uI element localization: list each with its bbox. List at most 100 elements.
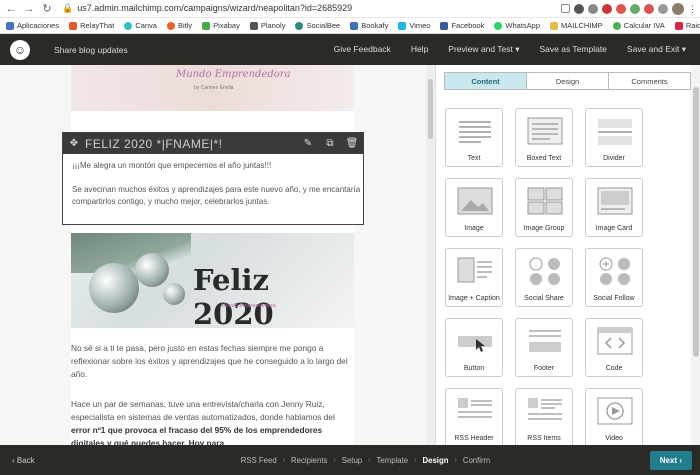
planoly-icon <box>249 21 258 30</box>
block-label: Boxed Text <box>526 155 562 162</box>
block-divider[interactable]: Divider <box>585 108 643 167</box>
delete-trash-icon[interactable]: 🗑 <box>341 133 363 154</box>
block-heading: FELIZ 2020 *|FNAME|*! <box>85 136 223 151</box>
facebook-icon <box>440 21 449 30</box>
scrollbar-thumb[interactable] <box>693 87 699 357</box>
panel-tabs: Content Design Comments <box>444 72 691 90</box>
wizard-steps: RSS Feed › Recipients › Setup › Template… <box>241 456 490 465</box>
bookmark-calcular-iva[interactable]: Calcular IVA <box>612 21 665 30</box>
bookmark-pixabay[interactable]: Pixabay <box>202 21 240 30</box>
block-video[interactable]: Video <box>585 388 643 445</box>
header-image[interactable]: Mundo Emprendedora by Carmen Emilia <box>71 65 354 111</box>
bookmark-relaythat[interactable]: RelayThat <box>69 21 114 30</box>
block-rss-header[interactable]: RSS Header <box>445 388 503 445</box>
bookmark-raiola[interactable]: Raiola Networks -... <box>674 21 700 30</box>
duplicate-icon[interactable]: ⧉ <box>319 133 341 154</box>
hero-title: Feliz 2020 <box>193 263 274 328</box>
back-arrow-icon[interactable]: ← <box>4 2 18 16</box>
block-boxed-text[interactable]: Boxed Text <box>515 108 573 167</box>
extension-icon[interactable] <box>574 3 584 14</box>
tab-comments[interactable]: Comments <box>609 73 690 89</box>
drag-handle-icon[interactable]: ✥ <box>63 133 85 154</box>
extension-icon[interactable] <box>658 3 668 14</box>
step-recipients[interactable]: Recipients <box>291 456 327 465</box>
socialbee-icon <box>295 21 304 30</box>
block-image-card[interactable]: Image Card <box>585 178 643 237</box>
save-as-template-button[interactable]: Save as Template <box>540 44 607 55</box>
tab-content[interactable]: Content <box>445 73 527 89</box>
bookmark-planoly[interactable]: Planoly <box>249 21 285 30</box>
block-text[interactable]: Text <box>445 108 503 167</box>
block-label: Footer <box>533 365 555 372</box>
block-label: Button <box>463 365 485 372</box>
email-preview: Mundo Emprendedora by Carmen Emilia ✥ FE… <box>0 65 435 445</box>
give-feedback-button[interactable]: Give Feedback <box>334 44 391 55</box>
block-label: RSS Header <box>454 435 494 442</box>
panel-scrollbar[interactable] <box>691 65 700 445</box>
next-button[interactable]: Next › <box>649 450 692 470</box>
reload-icon[interactable]: ↻ <box>40 2 54 16</box>
extension-icon[interactable] <box>644 3 654 14</box>
more-menu-icon[interactable]: ⋮ <box>688 4 697 14</box>
forward-arrow-icon[interactable]: → <box>22 2 36 16</box>
edit-pencil-icon[interactable]: ✎ <box>297 133 319 154</box>
canva-icon <box>124 21 133 30</box>
block-social-follow[interactable]: Social Follow <box>585 248 643 307</box>
paragraph: ¡¡¡Me alegra un montón que empecemos el … <box>72 161 272 170</box>
block-rss-items[interactable]: RSS Items <box>515 388 573 445</box>
step-setup[interactable]: Setup <box>342 456 362 465</box>
bookmark-vimeo[interactable]: Vimeo <box>398 21 430 30</box>
vimeo-icon <box>398 21 407 30</box>
preview-scrollbar[interactable] <box>426 65 435 445</box>
rss-items-icon <box>528 398 562 420</box>
mailchimp-logo-icon[interactable]: ☺ <box>10 39 30 60</box>
bookmark-bookafy[interactable]: Bookafy <box>350 21 388 30</box>
bookmark-whatsapp[interactable]: WhatsApp <box>494 21 540 30</box>
chevron-right-icon: › <box>368 456 371 464</box>
avatar[interactable] <box>672 2 684 15</box>
block-image-group[interactable]: Image Group <box>515 178 573 237</box>
scrollbar-thumb[interactable] <box>428 79 433 139</box>
extension-icon[interactable] <box>630 3 640 14</box>
block-label: Text <box>467 155 481 162</box>
extension-icon[interactable] <box>616 3 626 14</box>
back-button[interactable]: ‹ Back <box>12 456 35 465</box>
text-block-icon <box>459 121 491 143</box>
block-footer[interactable]: Footer <box>515 318 573 377</box>
hero-image[interactable]: Feliz 2020 Mundo Emprendedora <box>71 233 354 328</box>
save-and-exit-button[interactable]: Save and Exit ▾ <box>627 44 686 55</box>
bookmark-mailchimp[interactable]: MAILCHIMP <box>550 21 603 30</box>
preview-and-test-button[interactable]: Preview and Test ▾ <box>448 44 519 55</box>
bookmark-canva[interactable]: Canva <box>124 21 157 30</box>
step-design[interactable]: Design <box>422 456 448 465</box>
raiola-icon <box>674 21 683 30</box>
code-icon <box>597 327 633 355</box>
social-share-icon <box>529 257 560 285</box>
image-group-icon <box>527 187 563 215</box>
bookmark-bitly[interactable]: Bitly <box>166 21 192 30</box>
block-code[interactable]: Code <box>585 318 643 377</box>
bookmark-aplicaciones[interactable]: Aplicaciones <box>6 21 59 30</box>
block-label: Image Card <box>595 225 633 232</box>
step-template[interactable]: Template <box>377 456 409 465</box>
star-icon[interactable] <box>561 4 570 13</box>
bookmark-socialbee[interactable]: SocialBee <box>295 21 340 30</box>
url-field[interactable]: 🔒 us7.admin.mailchimp.com/campaigns/wizar… <box>62 3 561 14</box>
extension-icon[interactable] <box>602 3 612 14</box>
help-button[interactable]: Help <box>411 44 428 55</box>
bookmark-facebook[interactable]: Facebook <box>440 21 484 30</box>
selected-text-block[interactable]: ✥ FELIZ 2020 *|FNAME|*! ✎ ⧉ 🗑 ¡¡¡Me aleg… <box>62 132 364 225</box>
block-image-caption[interactable]: Image + Caption <box>445 248 503 307</box>
bookafy-icon <box>350 21 359 30</box>
image-caption-icon <box>457 257 492 283</box>
block-social-share[interactable]: Social Share <box>515 248 573 307</box>
content-panel: Content Design Comments Text Boxed Text … <box>435 65 700 445</box>
block-image[interactable]: Image <box>445 178 503 237</box>
step-rss-feed[interactable]: RSS Feed <box>241 456 277 465</box>
tab-design[interactable]: Design <box>527 73 609 89</box>
brand-subtext: by Carmen Emilia <box>194 85 234 91</box>
block-button[interactable]: Button <box>445 318 503 377</box>
step-confirm[interactable]: Confirm <box>463 456 490 465</box>
extension-icon[interactable] <box>588 3 598 14</box>
header-actions: Give Feedback Help Preview and Test ▾ Sa… <box>334 44 686 55</box>
